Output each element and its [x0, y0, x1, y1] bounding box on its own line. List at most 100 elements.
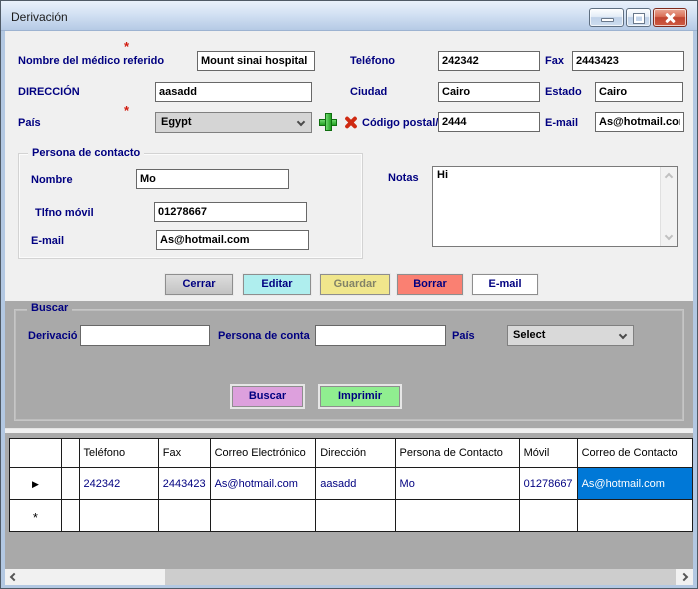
current-row-icon: ▶: [32, 479, 39, 489]
scroll-up-icon[interactable]: [665, 173, 673, 181]
search-country-selected-value: Select: [513, 329, 545, 341]
grid-cell[interactable]: [79, 500, 158, 532]
contact-mobile-label: Tlfno móvil: [35, 207, 94, 219]
scroll-down-icon[interactable]: [665, 232, 673, 240]
grid-header-row: Teléfono Fax Correo Electrónico Direcció…: [10, 439, 693, 468]
close-button[interactable]: [653, 8, 687, 27]
search-country-label: País: [452, 330, 475, 342]
print-button[interactable]: Imprimir: [320, 386, 400, 407]
notes-scrollbar[interactable]: [660, 167, 677, 246]
contact-email-label: E-mail: [31, 235, 64, 247]
minimize-button[interactable]: [589, 8, 624, 27]
address-input[interactable]: [155, 82, 312, 102]
delete-button[interactable]: Borrar: [397, 274, 463, 295]
country-label: País: [18, 117, 41, 129]
grid-cell[interactable]: [61, 500, 79, 532]
notes-label: Notas: [388, 172, 419, 184]
grid-header[interactable]: Fax: [158, 439, 210, 468]
scrollbar-thumb[interactable]: [165, 569, 676, 585]
search-country-select[interactable]: Select: [507, 325, 634, 346]
row-selector-cell[interactable]: *: [10, 500, 62, 532]
grid-cell[interactable]: [210, 500, 316, 532]
fax-label: Fax: [545, 55, 564, 67]
results-grid: Teléfono Fax Correo Electrónico Direcció…: [9, 438, 693, 532]
grid-header[interactable]: Persona de Contacto: [395, 439, 519, 468]
form-body: * Nombre del médico referido Teléfono Fa…: [5, 31, 693, 585]
search-button[interactable]: Buscar: [232, 386, 303, 407]
scroll-right-icon: [680, 573, 688, 581]
contact-groupbox: Persona de contacto Nombre Tlfno móvil E…: [18, 153, 363, 259]
grid-header[interactable]: Teléfono: [79, 439, 158, 468]
grid-panel: Teléfono Fax Correo Electrónico Direcció…: [5, 433, 693, 585]
edit-button[interactable]: Editar: [243, 274, 311, 295]
address-label: DIRECCIÓN: [18, 86, 80, 98]
country-select[interactable]: Egypt: [155, 112, 312, 133]
scroll-left-icon: [10, 573, 18, 581]
search-derivation-label: Derivació: [28, 330, 78, 342]
send-email-button[interactable]: E-mail: [472, 274, 538, 295]
add-country-icon[interactable]: [319, 113, 337, 131]
derivation-window: Derivación * Nombre del médico referido …: [0, 0, 698, 589]
grid-cell[interactable]: [316, 500, 395, 532]
search-group-title: Buscar: [27, 302, 72, 314]
referred-name-input[interactable]: [197, 51, 315, 71]
email-input[interactable]: [595, 112, 684, 132]
scroll-right-button[interactable]: [676, 569, 693, 585]
grid-cell[interactable]: [158, 500, 210, 532]
window-title: Derivación: [11, 10, 68, 24]
delete-country-icon[interactable]: [343, 115, 359, 130]
contact-group-title: Persona de contacto: [28, 147, 144, 159]
grid-cell[interactable]: [577, 500, 692, 532]
new-row-icon: *: [33, 510, 38, 525]
grid-cell[interactable]: 242342: [79, 468, 158, 500]
grid-cell[interactable]: [519, 500, 577, 532]
close-icon: [664, 12, 676, 24]
postal-code-input[interactable]: [438, 112, 540, 132]
city-input[interactable]: [438, 82, 540, 102]
grid-corner-cell[interactable]: [10, 439, 62, 468]
referred-name-label: Nombre del médico referido: [18, 55, 164, 67]
grid-header[interactable]: [61, 439, 79, 468]
contact-email-input[interactable]: [156, 230, 309, 250]
close-form-button[interactable]: Cerrar: [165, 274, 233, 295]
postal-code-label: Código postal/C: [362, 117, 438, 129]
phone-label: Teléfono: [350, 55, 395, 67]
grid-cell-selected[interactable]: As@hotmail.com: [577, 468, 692, 500]
contact-name-input[interactable]: [136, 169, 289, 189]
grid-header[interactable]: Correo Electrónico: [210, 439, 316, 468]
table-row: ▶ 242342 2443423 As@hotmail.com aasadd M…: [10, 468, 693, 500]
state-input[interactable]: [595, 82, 683, 102]
save-button[interactable]: Guardar: [320, 274, 390, 295]
contact-name-label: Nombre: [31, 174, 73, 186]
search-contact-label: Persona de conta: [218, 330, 310, 342]
chevron-down-icon: [297, 118, 305, 126]
grid-cell[interactable]: Mo: [395, 468, 519, 500]
grid-cell[interactable]: As@hotmail.com: [210, 468, 316, 500]
search-panel: Buscar Derivació Persona de conta País S…: [5, 301, 693, 429]
titlebar[interactable]: Derivación: [1, 1, 697, 31]
grid-cell[interactable]: aasadd: [316, 468, 395, 500]
state-label: Estado: [545, 86, 582, 98]
horizontal-scrollbar[interactable]: [5, 569, 693, 585]
email-label: E-mail: [545, 117, 578, 129]
grid-cell[interactable]: 2443423: [158, 468, 210, 500]
table-row-new: *: [10, 500, 693, 532]
scroll-left-button[interactable]: [5, 569, 22, 585]
search-contact-input[interactable]: [315, 325, 446, 346]
grid-header[interactable]: Correo de Contacto: [577, 439, 692, 468]
country-selected-value: Egypt: [161, 116, 192, 128]
search-derivation-input[interactable]: [80, 325, 210, 346]
notes-textarea[interactable]: Hi: [432, 166, 678, 247]
chevron-down-icon: [619, 331, 627, 339]
row-selector-cell[interactable]: ▶: [10, 468, 62, 500]
fax-input[interactable]: [572, 51, 684, 71]
grid-cell[interactable]: [395, 500, 519, 532]
contact-mobile-input[interactable]: [154, 202, 307, 222]
city-label: Ciudad: [350, 86, 387, 98]
grid-header[interactable]: Dirección: [316, 439, 395, 468]
grid-cell[interactable]: 01278667: [519, 468, 577, 500]
maximize-button[interactable]: [626, 8, 651, 27]
grid-header[interactable]: Móvil: [519, 439, 577, 468]
phone-input[interactable]: [438, 51, 540, 71]
grid-cell[interactable]: [61, 468, 79, 500]
